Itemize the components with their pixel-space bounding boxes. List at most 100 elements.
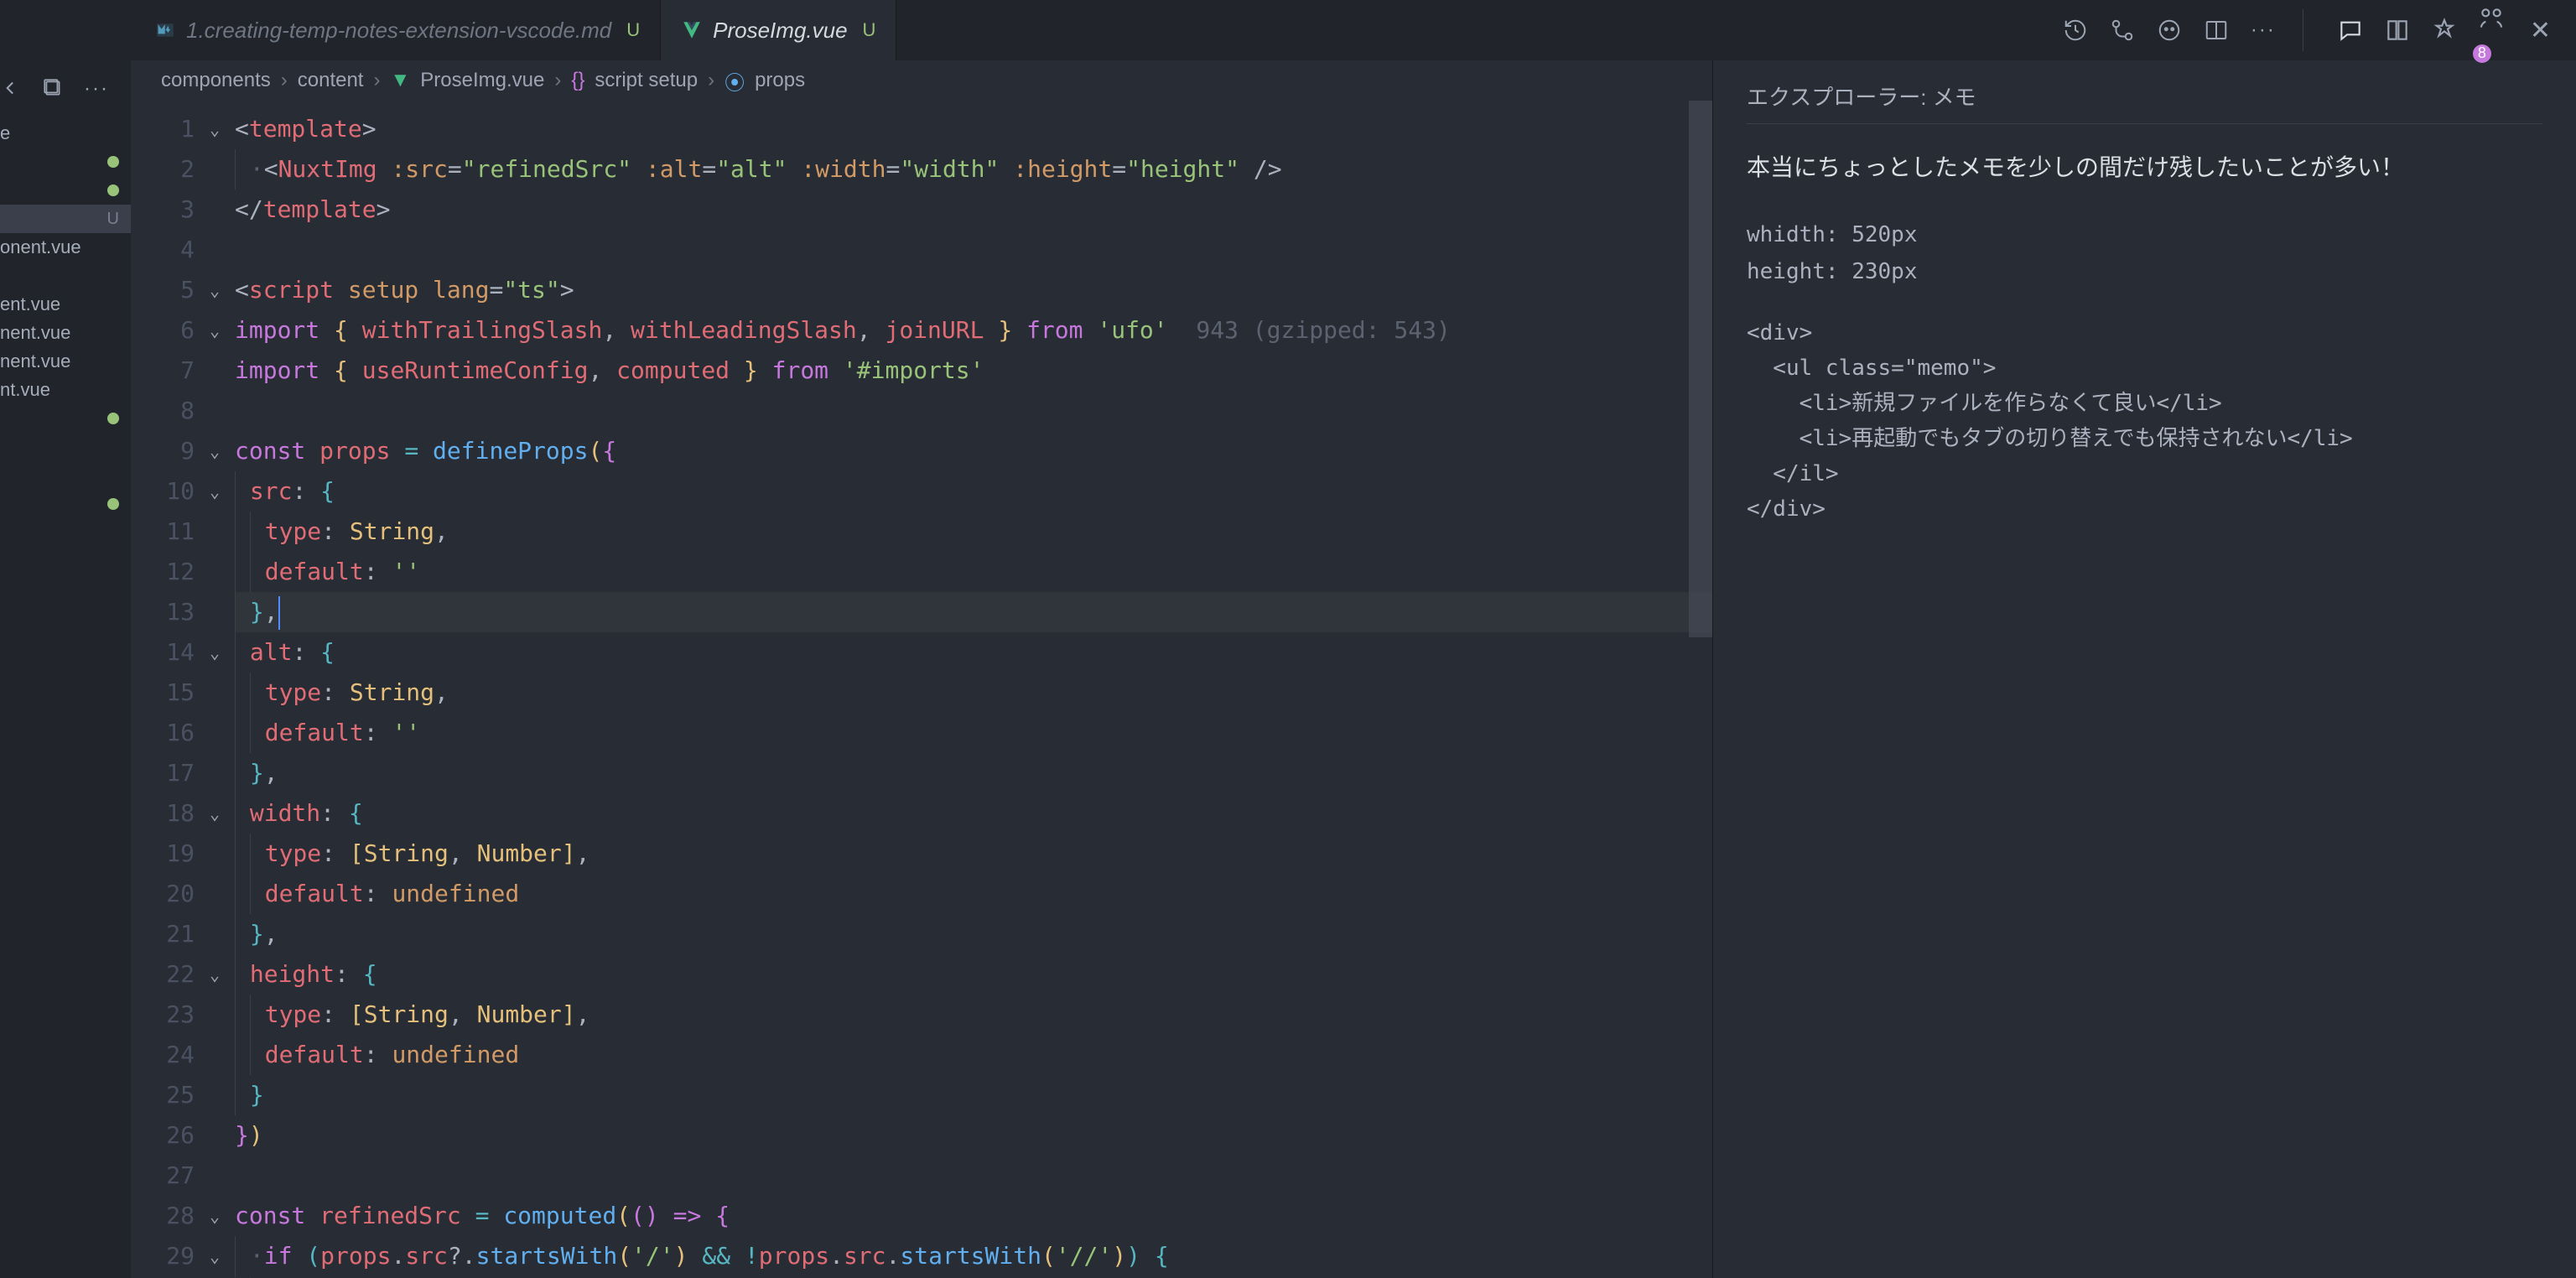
crumb[interactable]: components (161, 69, 271, 92)
code-line[interactable]: import { withTrailingSlash, withLeadingS… (235, 310, 1712, 351)
file-name (0, 179, 5, 201)
panel-title: エクスプローラー: メモ (1747, 81, 1976, 112)
tab[interactable]: 1.creating-temp-notes-extension-vscode.m… (134, 0, 661, 60)
code-area[interactable]: <template> ·<NuxtImg :src="refinedSrc" :… (226, 101, 1712, 1278)
file-list: e Uonent.vue ent.vue nent.vue nent.vue nt.v… (0, 119, 131, 518)
braces-icon: {} (571, 69, 584, 92)
history-icon[interactable] (2061, 16, 2090, 44)
close-panel-icon[interactable]: ✕ (2513, 16, 2576, 45)
code-line[interactable] (235, 391, 1712, 431)
file-item[interactable] (0, 461, 131, 490)
accounts-icon[interactable]: 8 (2478, 5, 2505, 55)
file-name (0, 265, 5, 287)
file-item[interactable]: ent.vue (0, 290, 131, 319)
chevron-right-icon: › (281, 69, 288, 92)
file-name: nent.vue (0, 322, 70, 344)
git-status: U (863, 19, 876, 41)
more-rail-icon[interactable]: ··· (84, 77, 109, 102)
file-item[interactable]: nt.vue (0, 376, 131, 404)
more-icon[interactable]: ··· (2249, 16, 2277, 44)
file-name (0, 465, 5, 486)
code-line[interactable] (235, 1156, 1712, 1196)
tab-label: ProseImg.vue (713, 18, 847, 44)
modified-dot-icon (107, 498, 119, 510)
chevron-right-icon: › (554, 69, 561, 92)
code-line[interactable]: type: String, (235, 673, 1712, 713)
code-line[interactable]: type: String, (235, 512, 1712, 552)
breadcrumbs[interactable]: components › content › ▼ ProseImg.vue › … (131, 60, 1712, 101)
file-item[interactable] (0, 176, 131, 205)
code-line[interactable]: } (235, 1075, 1712, 1115)
code-line[interactable]: </template> (235, 190, 1712, 230)
file-item[interactable] (0, 404, 131, 433)
notification-badge: 8 (2473, 44, 2491, 63)
editor-pane: components › content › ▼ ProseImg.vue › … (131, 60, 1712, 1278)
code-line[interactable]: src: { (235, 471, 1712, 512)
crumb[interactable]: script setup (595, 69, 698, 92)
memo-meta: whidth: 520pxheight: 230px (1747, 216, 2542, 290)
modified-dot-icon (107, 184, 119, 196)
memo-code: <div> <ul class="memo"> <li>新規ファイルを作らなくて… (1747, 315, 2542, 527)
crumb[interactable]: content (298, 69, 364, 92)
markdown-icon (154, 19, 176, 41)
code-line[interactable]: height: { (235, 954, 1712, 995)
git-status: U (107, 210, 119, 229)
chevron-right-icon: › (708, 69, 714, 92)
code-line[interactable]: type: [String, Number], (235, 834, 1712, 874)
book-icon[interactable] (2384, 17, 2411, 44)
file-name: nent.vue (0, 351, 70, 372)
file-item[interactable] (0, 490, 131, 518)
fold-column[interactable] (203, 101, 226, 1278)
line-gutter[interactable]: 1234567891011121314151617181920212223242… (131, 101, 203, 1278)
code-line[interactable]: default: undefined (235, 874, 1712, 914)
file-item[interactable] (0, 262, 131, 290)
code-line[interactable]: ·if (props.src?.startsWith('/') && !prop… (235, 1236, 1712, 1276)
file-rail: ··· e Uonent.vue ent.vue nent.vue nent.vue… (0, 60, 131, 1278)
split-icon[interactable] (2202, 16, 2231, 44)
code-line[interactable]: }, (235, 592, 1712, 632)
tab[interactable]: ProseImg.vue U (661, 0, 896, 60)
code-line[interactable]: alt: { (235, 632, 1712, 673)
code-line[interactable]: ·<NuxtImg :src="refinedSrc" :alt="alt" :… (235, 149, 1712, 190)
crumb[interactable]: props (755, 69, 805, 92)
explorer-collapse-icon[interactable] (0, 77, 25, 102)
code-line[interactable]: <script setup lang="ts"> (235, 270, 1712, 310)
code-line[interactable]: <template> (235, 109, 1712, 149)
code-line[interactable] (235, 230, 1712, 270)
crumb[interactable]: ProseImg.vue (420, 69, 544, 92)
file-item[interactable] (0, 433, 131, 461)
file-name: onent.vue (0, 236, 81, 258)
memo-body: 本当にちょっとしたメモを少しの間だけ残したいことが多い！ (1747, 149, 2542, 183)
compare-icon[interactable] (2108, 16, 2137, 44)
feedback-icon[interactable] (2431, 17, 2458, 44)
file-item[interactable]: nent.vue (0, 319, 131, 347)
chat-icon[interactable] (2337, 17, 2364, 44)
code-line[interactable]: const refinedSrc = computed(() => { (235, 1196, 1712, 1236)
vue-icon: ▼ (390, 69, 410, 92)
file-item[interactable]: U (0, 205, 131, 233)
chevron-right-icon: › (373, 69, 380, 92)
code-line[interactable]: type: [String, Number], (235, 995, 1712, 1035)
file-item[interactable]: onent.vue (0, 233, 131, 262)
code-line[interactable]: }, (235, 914, 1712, 954)
file-item[interactable]: e (0, 119, 131, 148)
file-name (0, 436, 5, 458)
file-item[interactable] (0, 148, 131, 176)
scrollbar[interactable] (1689, 101, 1712, 637)
file-item[interactable]: nent.vue (0, 347, 131, 376)
code-line[interactable]: }, (235, 753, 1712, 793)
code-line[interactable]: width: { (235, 793, 1712, 834)
copilot-icon[interactable] (2155, 16, 2184, 44)
code-line[interactable]: default: '' (235, 713, 1712, 753)
save-all-icon[interactable] (42, 77, 67, 102)
file-name: nt.vue (0, 379, 50, 401)
file-name: e (0, 122, 10, 144)
code-line[interactable]: default: undefined (235, 1035, 1712, 1075)
side-panel: エクスプローラー: メモ 本当にちょっとしたメモを少しの間だけ残したいことが多い… (1712, 60, 2576, 1278)
code-line[interactable]: const props = defineProps({ (235, 431, 1712, 471)
code-line[interactable]: }) (235, 1115, 1712, 1156)
modified-dot-icon (107, 156, 119, 168)
code-line[interactable]: default: '' (235, 552, 1712, 592)
panel-actions: 8 (2303, 9, 2513, 51)
code-line[interactable]: import { useRuntimeConfig, computed } fr… (235, 351, 1712, 391)
